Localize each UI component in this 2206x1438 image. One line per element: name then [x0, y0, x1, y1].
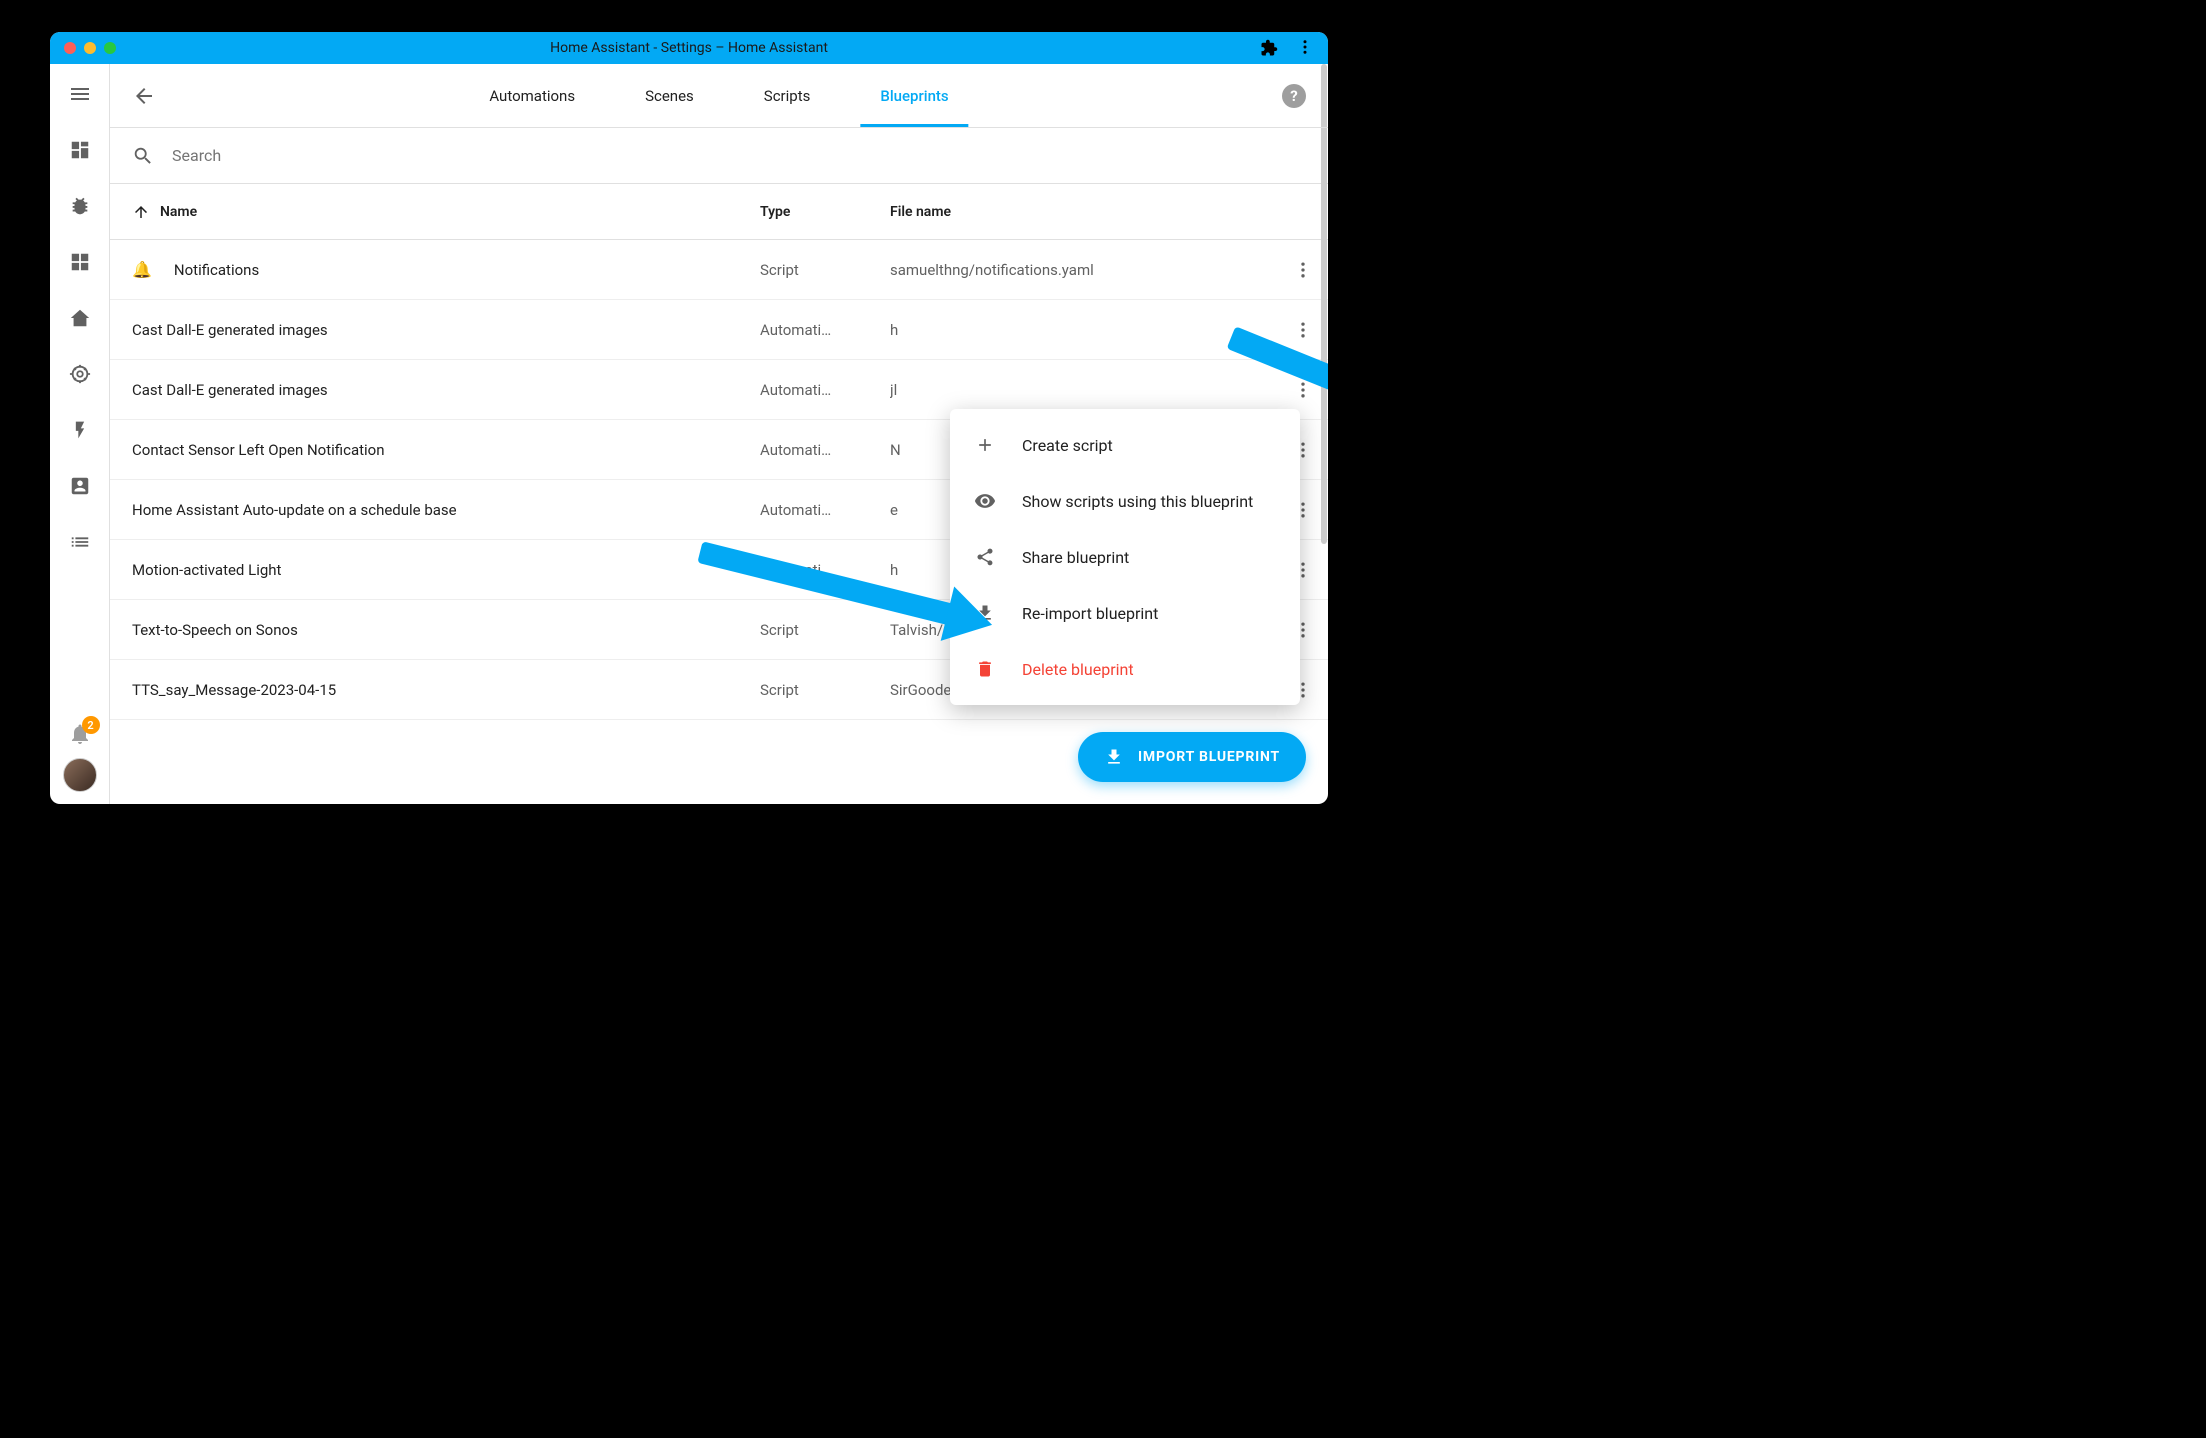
table-header: Name Type File name	[110, 184, 1328, 240]
row-more-icon[interactable]	[1293, 260, 1313, 280]
browser-more-icon[interactable]	[1296, 38, 1314, 56]
extensions-icon[interactable]	[1260, 39, 1278, 57]
sort-arrow-icon	[132, 203, 150, 221]
main-content: Automations Scenes Scripts Blueprints ?	[110, 64, 1328, 804]
menu-create-script[interactable]: Create script	[950, 417, 1300, 473]
tabs: Automations Scenes Scripts Blueprints	[489, 64, 948, 127]
row-type: Automati…	[760, 381, 890, 399]
notifications-icon[interactable]: 2	[68, 722, 92, 746]
menu-show-scripts[interactable]: Show scripts using this blueprint	[950, 473, 1300, 529]
bell-icon: 🔔	[132, 260, 152, 279]
row-file: samuelthng/notifications.yaml	[890, 261, 1278, 279]
topbar: Automations Scenes Scripts Blueprints ?	[110, 64, 1328, 128]
import-blueprint-button[interactable]: IMPORT BLUEPRINT	[1078, 732, 1306, 782]
plus-icon	[974, 434, 996, 456]
row-more-icon[interactable]	[1293, 320, 1313, 340]
notifications-badge: 2	[82, 716, 100, 734]
app-body: 2 Automations Scenes Scripts Blueprints …	[50, 64, 1328, 804]
trash-icon	[974, 658, 996, 680]
menu-share-blueprint[interactable]: Share blueprint	[950, 529, 1300, 585]
sidebar: 2	[50, 64, 110, 804]
row-type: Script	[760, 261, 890, 279]
download-icon	[1104, 747, 1124, 767]
cog-outline-icon[interactable]	[68, 362, 92, 386]
row-file: jl	[890, 381, 1278, 399]
tab-automations[interactable]: Automations	[489, 64, 575, 127]
account-box-icon[interactable]	[68, 474, 92, 498]
bug-icon[interactable]	[68, 194, 92, 218]
menu-reimport-blueprint[interactable]: Re-import blueprint	[950, 585, 1300, 641]
row-type: Automati…	[760, 321, 890, 339]
row-name: Cast Dall-E generated images	[132, 321, 760, 339]
context-menu: Create script Show scripts using this bl…	[950, 409, 1300, 705]
titlebar: Home Assistant - Settings – Home Assista…	[50, 32, 1328, 64]
row-name: Text-to-Speech on Sonos	[132, 621, 760, 639]
share-icon	[974, 546, 996, 568]
app-window: Home Assistant - Settings – Home Assista…	[50, 32, 1328, 804]
list-icon[interactable]	[68, 530, 92, 554]
menu-delete-blueprint[interactable]: Delete blueprint	[950, 641, 1300, 697]
col-header-file[interactable]: File name	[890, 204, 1278, 220]
search-input[interactable]	[172, 146, 572, 165]
row-name: Motion-activated Light	[132, 561, 760, 579]
row-type: Script	[760, 681, 890, 699]
grid-icon[interactable]	[68, 250, 92, 274]
scrollbar[interactable]	[1321, 64, 1327, 544]
row-name: Cast Dall-E generated images	[132, 381, 760, 399]
eye-icon	[974, 490, 996, 512]
search-icon	[132, 145, 154, 167]
col-header-type[interactable]: Type	[760, 204, 890, 220]
dashboard-icon[interactable]	[68, 138, 92, 162]
tab-blueprints[interactable]: Blueprints	[880, 64, 948, 127]
row-file: h	[890, 321, 1278, 339]
row-name: Contact Sensor Left Open Notification	[132, 441, 760, 459]
row-type: Script	[760, 621, 890, 639]
table-row[interactable]: Cast Dall-E generated imagesAutomati…h	[110, 300, 1328, 360]
avatar[interactable]	[63, 758, 97, 792]
tab-scenes[interactable]: Scenes	[645, 64, 694, 127]
row-type: Automati…	[760, 501, 890, 519]
row-name: TTS_say_Message-2023-04-15	[132, 681, 760, 699]
search-bar	[110, 128, 1328, 184]
window-title: Home Assistant - Settings – Home Assista…	[50, 40, 1328, 56]
menu-icon[interactable]	[68, 82, 92, 106]
help-button[interactable]: ?	[1282, 84, 1306, 108]
row-type: Automati…	[760, 441, 890, 459]
tab-scripts[interactable]: Scripts	[764, 64, 811, 127]
row-name: Home Assistant Auto-update on a schedule…	[132, 501, 760, 519]
row-name: 🔔Notifications	[132, 260, 760, 279]
back-button[interactable]	[132, 84, 156, 108]
table-row[interactable]: 🔔NotificationsScriptsamuelthng/notificat…	[110, 240, 1328, 300]
home-icon[interactable]	[68, 306, 92, 330]
col-header-name[interactable]: Name	[132, 203, 760, 221]
flash-icon[interactable]	[68, 418, 92, 442]
